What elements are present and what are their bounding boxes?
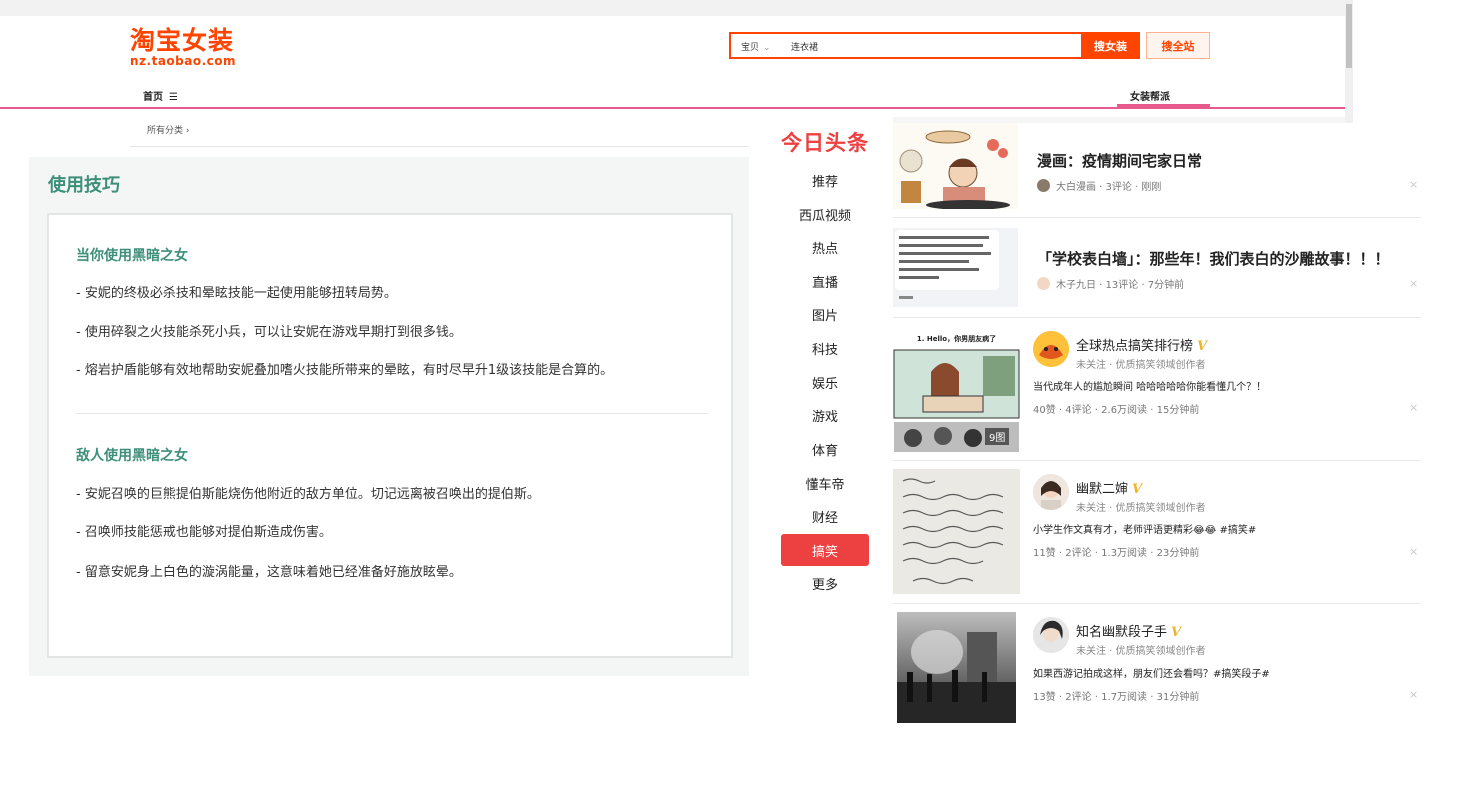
feed-meta-text: 大白漫画 · 3评论 · 刚刚 — [1056, 182, 1162, 193]
feed-divider — [893, 217, 1421, 218]
dismiss-close-icon[interactable]: × — [1409, 545, 1418, 558]
chevron-right-icon: › — [185, 126, 190, 136]
browser-top-strip — [0, 0, 1345, 16]
channel-finance[interactable]: 财经 — [781, 500, 869, 532]
dark-scene-icon — [897, 612, 1016, 723]
tips-card: 当你使用黑暗之女 - 安妮的终极必杀技和晕眩技能一起使用能够扭转局势。 - 使用… — [47, 213, 733, 658]
image-count-badge: 9图 — [985, 428, 1010, 445]
tip-item: - 召唤师技能惩戒也能够对提伯斯造成伤害。 — [76, 525, 332, 540]
channel-xigua-video[interactable]: 西瓜视频 — [781, 198, 869, 230]
channel-hot[interactable]: 热点 — [781, 231, 869, 263]
feed-text[interactable]: 如果西游记拍成这样，朋友们还会看吗？#搞笑段子# — [1033, 665, 1270, 680]
toutiao-logo[interactable]: 今日头条 — [781, 127, 869, 157]
channel-images[interactable]: 图片 — [781, 298, 869, 330]
channel-dongchedi[interactable]: 懂车帝 — [781, 467, 869, 499]
author-name-text: 幽默二婶 — [1076, 482, 1129, 497]
tip-item: - 熔岩护盾能够有效地帮助安妮叠加嗜火技能所带来的晕眩，有时尽早升1级该技能是合… — [76, 363, 614, 378]
channel-more[interactable]: 更多 — [781, 567, 869, 599]
verified-v-icon: V — [1171, 625, 1182, 640]
dismiss-close-icon[interactable]: × — [1409, 688, 1418, 701]
author-subtitle: 未关注 · 优质搞笑领域创作者 — [1076, 646, 1206, 657]
author-name[interactable]: 全球热点搞笑排行榜 V — [1076, 335, 1207, 354]
feed-title[interactable]: 漫画：疫情期间宅家日常 — [1037, 150, 1202, 171]
search-all-site-button[interactable]: 搜全站 — [1146, 32, 1210, 59]
ally-tips-heading: 当你使用黑暗之女 — [76, 248, 188, 264]
feed-meta: 11赞 · 2评论 · 1.3万阅读 · 23分钟前 — [1033, 548, 1200, 559]
feed-text[interactable]: 小学生作文真有才，老师评语更精彩😂😂 #搞笑# — [1033, 521, 1256, 536]
tip-item: - 留意安妮身上白色的漩涡能量，这意味着她已经准备好施放眩晕。 — [76, 565, 462, 580]
feed-meta: 40赞 · 4评论 · 2.6万阅读 · 15分钟前 — [1033, 405, 1200, 416]
breadcrumb-all-categories: 所有分类 — [147, 126, 184, 136]
logo-chinese-text: 淘宝女装 — [130, 26, 235, 55]
channel-sports[interactable]: 体育 — [781, 433, 869, 465]
avatar[interactable] — [1037, 277, 1050, 290]
author-subtitle: 未关注 · 优质搞笑领域创作者 — [1076, 360, 1206, 371]
avatar[interactable] — [1033, 331, 1069, 367]
dismiss-close-icon[interactable]: × — [1409, 401, 1418, 414]
avatar[interactable] — [1033, 617, 1069, 653]
dismiss-close-icon[interactable]: × — [1409, 178, 1418, 191]
author-name[interactable]: 知名幽默段子手 V — [1076, 621, 1181, 640]
verified-v-icon: V — [1132, 482, 1143, 497]
search-input[interactable] — [791, 38, 1071, 54]
tips-section-divider — [76, 413, 708, 414]
feed-thumbnail-handwriting[interactable] — [893, 469, 1020, 594]
author-name[interactable]: 幽默二婶 V — [1076, 478, 1142, 497]
breadcrumb-divider — [130, 146, 748, 147]
usage-tips-panel: 使用技巧 当你使用黑暗之女 - 安妮的终极必杀技和晕眩技能一起使用能够扭转局势。… — [29, 157, 749, 676]
search-nvzhuang-button[interactable]: 搜女装 — [1081, 32, 1140, 59]
feed-title[interactable]: 「学校表白墙」：那些年！我们表白的沙雕故事！！！ — [1037, 248, 1390, 269]
tips-panel-title: 使用技巧 — [48, 175, 120, 196]
feed-meta-text: 木子九日 · 13评论 · 7分钟前 — [1056, 280, 1185, 291]
nav-home-link[interactable]: 首页 ☰ — [143, 88, 178, 103]
tip-item: - 安妮的终极必杀技和晕眩技能一起使用能够扭转局势。 — [76, 286, 397, 301]
channel-entertainment[interactable]: 娱乐 — [781, 366, 869, 398]
author-subtitle: 未关注 · 优质搞笑领域创作者 — [1076, 503, 1206, 514]
feed-divider — [893, 603, 1421, 604]
search-scope-label: 宝贝 — [741, 43, 760, 53]
feed-divider — [893, 317, 1421, 318]
author-avatar-icon — [1033, 474, 1069, 510]
chevron-down-icon: ⌄ — [763, 43, 771, 53]
feed-thumbnail-scene[interactable] — [897, 612, 1016, 723]
nav-home-label: 首页 — [143, 92, 163, 103]
handwritten-essay-icon — [893, 469, 1020, 594]
avatar[interactable] — [1033, 474, 1069, 510]
list-menu-icon: ☰ — [169, 92, 178, 103]
tip-item: - 使用碎裂之火技能杀死小兵，可以让安妮在游戏早期打到很多钱。 — [76, 325, 462, 340]
breadcrumb[interactable]: 所有分类 › — [147, 123, 190, 136]
author-avatar-icon — [1033, 331, 1069, 367]
channel-live[interactable]: 直播 — [781, 265, 869, 297]
scrollbar-thumb[interactable] — [1346, 4, 1352, 68]
comic-illustration-icon — [893, 123, 1018, 209]
feed-divider — [893, 460, 1421, 461]
search-scope-dropdown[interactable]: 宝贝 ⌄ — [741, 40, 771, 53]
taobao-nvzhuang-logo[interactable]: 淘宝女装 nz.taobao.com — [130, 26, 237, 68]
author-avatar-icon — [1033, 617, 1069, 653]
chat-screenshot-icon — [893, 228, 1018, 307]
feed-meta: 13赞 · 2评论 · 1.7万阅读 · 31分钟前 — [1033, 692, 1200, 703]
logo-domain-text: nz.taobao.com — [130, 54, 237, 68]
channel-games[interactable]: 游戏 — [781, 399, 869, 431]
channel-tech[interactable]: 科技 — [781, 332, 869, 364]
feed-thumbnail-screenshot[interactable] — [893, 228, 1018, 307]
search-bar: 宝贝 ⌄ — [729, 32, 1081, 59]
channel-tuijian[interactable]: 推荐 — [781, 164, 869, 196]
tip-item: - 安妮召唤的巨熊提伯斯能烧伤他附近的敌方单位。切记远离被召唤出的提伯斯。 — [76, 487, 540, 502]
channel-funny-active[interactable]: 搞笑 — [781, 534, 869, 566]
nav-divider-line — [0, 107, 1345, 109]
feed-thumbnail-comic[interactable] — [893, 123, 1018, 209]
author-name-text: 知名幽默段子手 — [1076, 625, 1168, 640]
enemy-tips-heading: 敌人使用黑暗之女 — [76, 448, 188, 464]
nav-help-group-link[interactable]: 女装帮派 — [1130, 88, 1170, 103]
verified-v-icon: V — [1197, 339, 1208, 354]
feed-meta: 木子九日 · 13评论 · 7分钟前 — [1037, 276, 1184, 291]
avatar[interactable] — [1037, 179, 1050, 192]
dismiss-close-icon[interactable]: × — [1409, 277, 1418, 290]
feed-text[interactable]: 当代成年人的尴尬瞬间 哈哈哈哈哈你能看懂几个？！ — [1033, 378, 1266, 393]
author-name-text: 全球热点搞笑排行榜 — [1076, 339, 1194, 354]
feed-meta: 大白漫画 · 3评论 · 刚刚 — [1037, 178, 1161, 193]
